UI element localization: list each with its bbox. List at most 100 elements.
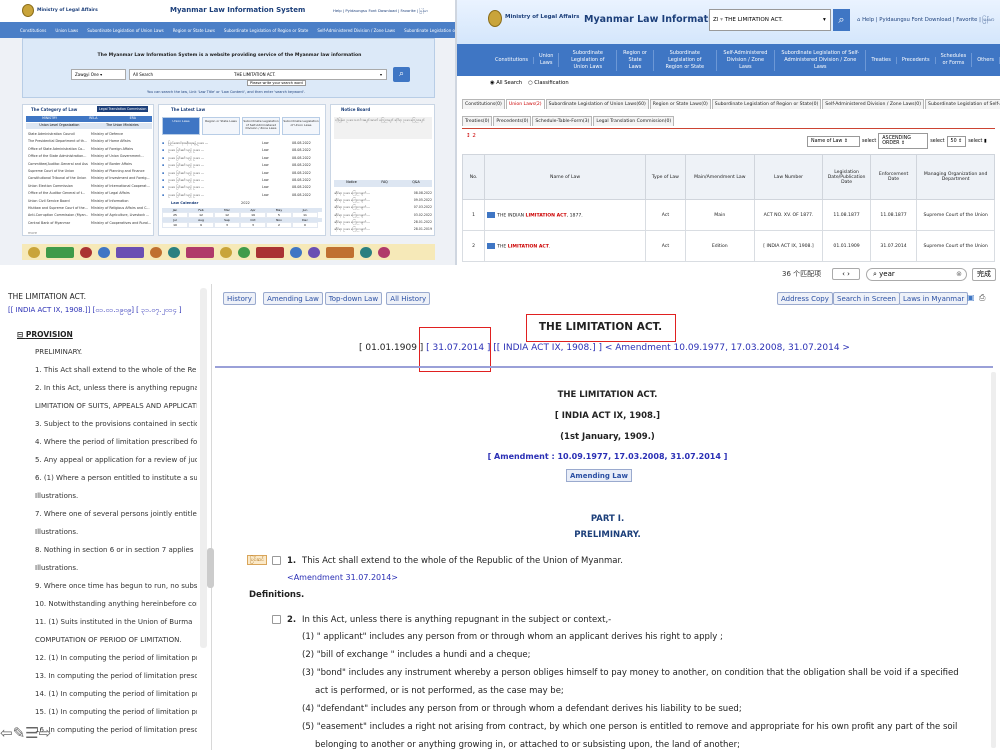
notice-row[interactable]: ဆိုင်ရာ ဥပဒေ ကြေညာချက် ... 08.08.2022 [334, 190, 432, 197]
ministry-item[interactable]: Ministry of Religious Affairs and C... [91, 205, 151, 212]
partner-logo[interactable] [98, 246, 110, 258]
history-button[interactable]: Amending Law [263, 292, 323, 305]
ministry-item[interactable]: Ministry of Information [91, 198, 151, 205]
latest-law-row[interactable]: ▪ ဥပဒေ ပြင်ဆင်သည့် ဥပဒေ ... Law 08.08.2022 [162, 162, 322, 169]
partner-logo[interactable] [46, 246, 74, 258]
category-tab[interactable]: RELA [89, 116, 97, 122]
scrollbar[interactable] [991, 372, 996, 748]
back-arrow-icon[interactable]: ⇦ [0, 724, 13, 742]
partner-logo[interactable] [238, 246, 250, 258]
nav-item[interactable]: Constitutions [490, 56, 534, 64]
utility-button[interactable]: Address Copy [777, 292, 833, 305]
nav-item[interactable]: Subordinate Legislation of Union Laws [87, 28, 163, 33]
sort-by-select[interactable]: Name of Law ⇕ [807, 135, 860, 147]
toc-item[interactable]: Illustrations. [35, 528, 197, 536]
toc-item[interactable]: 7. Where one of several persons jointly … [35, 510, 197, 518]
result-tab[interactable]: Precedents(0) [493, 116, 532, 126]
pencil-icon[interactable]: ✎ [13, 724, 26, 742]
column-header[interactable]: Main/Amendment Law [684, 154, 755, 200]
nav-item[interactable]: Others [972, 56, 1000, 64]
history-button[interactable]: Top-down Law [324, 292, 383, 305]
notice-row[interactable]: ဆိုင်ရာ ဥပဒေ ကြေညာချက် ... 28.01.2022 [334, 219, 432, 226]
partner-logo[interactable] [186, 246, 214, 258]
history-button[interactable]: All History [386, 292, 431, 305]
result-tab[interactable]: Region or State Laws(0) [649, 99, 711, 109]
ministry-item[interactable]: Ministry of Border Affairs [91, 161, 151, 168]
toc-item[interactable]: 4. Where the period of limitation prescr… [35, 438, 197, 446]
notice-row[interactable]: ဆိုင်ရာ ဥပဒေ ကြေညာချက် ... 07.03.2022 [334, 204, 432, 211]
nav-item[interactable]: Union Laws [534, 53, 560, 67]
toc-item[interactable]: COMPUTATION OF PERIOD OF LIMITATION. [35, 636, 197, 644]
category-item[interactable]: The Presidential Department of th... [28, 138, 88, 145]
result-tab[interactable]: Self-Administered Division / Zone Laws(0… [822, 99, 925, 109]
search-field[interactable]: Zl ▾ THE LIMITATION ACT. ▾ [709, 9, 831, 31]
utility-button[interactable]: Search in Screen [833, 292, 900, 305]
notice-row[interactable]: ဆိုင်ရာ ဥပဒေ ကြေညာချက် ... 03.02.2022 [334, 212, 432, 219]
table-row[interactable]: 1 THE INDIAN LIMITATION ACT, 1877. Act Main… [461, 199, 995, 231]
nav-item[interactable]: Constitutions [20, 28, 46, 33]
search-field[interactable]: All Search THE LIMITATION ACT. ▾ [129, 69, 387, 80]
header-links[interactable]: Help | Pyidaungsu Font Download | Favori… [333, 8, 428, 14]
section-2-checkbox[interactable] [272, 615, 281, 624]
toc-item[interactable]: 3. Subject to the provisions contained i… [35, 420, 197, 428]
latest-law-row[interactable]: ▪ ဥပဒေ ပြင်ဆင်သည့် ဥပဒေ ... Law 08.08.2022 [162, 177, 322, 184]
nav-item[interactable]: Region or State Laws [173, 28, 215, 33]
notice-row[interactable]: ဆိုင်ရာ ဥပဒေ ကြေညာချက် ... 28.01.2019 [334, 226, 432, 233]
toc-item[interactable]: PRELIMINARY. [35, 348, 197, 356]
latest-law-row[interactable]: ▪ ပြည်ထောင်စုအစိုးရအဖွဲ့ဥပဒေ ... Law 08.08.… [162, 140, 322, 147]
result-tab[interactable]: Subordinate Legislation of Region or Sta… [711, 99, 822, 109]
nav-item[interactable]: Precedents [897, 56, 936, 64]
language-select[interactable]: Zawgyi One ▾ [71, 69, 126, 80]
toc-item[interactable]: 8. Nothing in section 6 or in section 7 … [35, 546, 197, 554]
toc-item[interactable]: Illustrations. [35, 492, 197, 500]
more-link[interactable]: more [28, 231, 37, 235]
splitter-handle[interactable] [207, 548, 214, 588]
provision-heading[interactable]: ⊟ PROVISION [17, 330, 73, 339]
partner-logo[interactable] [80, 246, 92, 258]
nav-item[interactable]: Self-Administered Division / Zone Laws [317, 28, 395, 33]
nav-item[interactable]: Subordinate Legislation of Region or Sta… [654, 49, 717, 71]
find-done-button[interactable]: 完成 [972, 268, 996, 281]
table-row[interactable]: 2 THE LIMITATION ACT. Act Edition[ INDIA AC… [461, 230, 995, 262]
forward-arrow-icon[interactable]: ⇨ [39, 724, 52, 742]
partner-logo[interactable] [168, 246, 180, 258]
partner-logo[interactable] [116, 246, 144, 258]
notice-tab[interactable]: Q&A [412, 180, 419, 187]
latest-tab[interactable]: Subordinate Legislation of Self-Administ… [242, 117, 280, 135]
meta-act-number[interactable]: [[ INDIA ACT IX, 1908.] ] [493, 343, 602, 353]
nav-item[interactable]: Schedules or Forms [936, 53, 973, 67]
category-item[interactable]: Anti-Corruption Commission (Myan... [28, 212, 88, 219]
site-title[interactable]: Myanmar Law Information System [170, 6, 305, 14]
category-tab[interactable]: ERA [130, 116, 136, 122]
save-icon[interactable]: ▣ [967, 293, 975, 302]
toc-item[interactable]: 14. (1) In computing the period of limit… [35, 690, 197, 698]
partner-logo[interactable] [378, 246, 390, 258]
column-header[interactable]: Name of Law [484, 154, 646, 200]
result-tab[interactable]: Constitutions(0) [462, 99, 505, 109]
latest-tab[interactable]: Union Laws [162, 117, 200, 135]
result-tab[interactable]: Union Laws(2) [505, 99, 545, 109]
amendment-tag[interactable]: ပြင်ဆင် [247, 555, 268, 565]
ministry-item[interactable]: Ministry of International Cooperat... [91, 183, 151, 190]
toc-item[interactable]: 10. Notwithstanding anything hereinbefor… [35, 600, 197, 608]
history-button[interactable]: History [223, 292, 256, 305]
partner-logo[interactable] [220, 246, 232, 258]
latest-law-row[interactable]: ▪ ဥပဒေ ပြင်ဆင်သည့် ဥပဒေ ... Law 08.08.2022 [162, 147, 322, 154]
column-header[interactable]: Enforcement Date [869, 154, 918, 200]
toc-item[interactable]: 6. (1) Where a person entitled to instit… [35, 474, 197, 482]
category-item[interactable]: Office of the State Administration... [28, 153, 88, 160]
latest-law-row[interactable]: ▪ ဥပဒေ ပြင်ဆင်သည့် ဥပဒေ ... Law 08.08.2022 [162, 170, 322, 177]
partner-logo[interactable] [28, 246, 40, 258]
ministry-item[interactable]: Ministry of Home Affairs [91, 138, 151, 145]
category-item[interactable]: Constitutional Tribunal of the Union [28, 175, 88, 182]
toc-item[interactable]: Illustrations. [35, 564, 197, 572]
calendar-count[interactable]: 10 [162, 222, 188, 228]
partner-logo[interactable] [150, 246, 162, 258]
meta-amendment[interactable]: < Amendment 10.09.1977, 17.03.2008, 31.0… [602, 343, 850, 353]
nav-item[interactable]: Subordinate Legislation of Self-Administ… [404, 28, 455, 33]
result-tab[interactable]: Subordinate Legislation of Self-Administ… [925, 99, 1000, 109]
header-links[interactable]: ⌂ Help | Pyidaungsu Font Download | Favo… [857, 16, 994, 24]
category-item[interactable]: State Administration Council [28, 131, 88, 138]
column-header[interactable]: No. [461, 154, 486, 200]
notice-tab[interactable]: FAQ [381, 180, 387, 187]
